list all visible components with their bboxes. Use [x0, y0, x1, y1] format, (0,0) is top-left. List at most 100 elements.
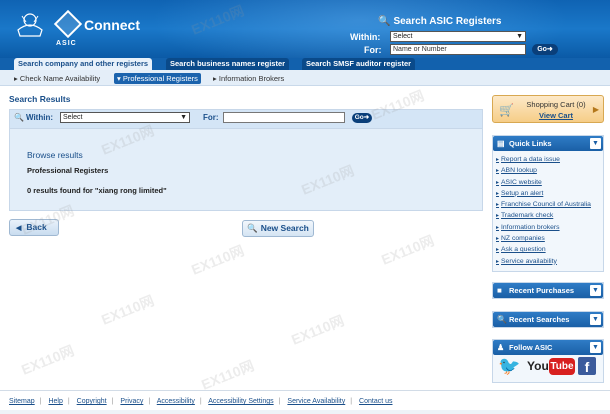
search-icon: 🔍	[497, 315, 507, 324]
page-title: Search Results	[9, 94, 71, 104]
shopping-cart-box[interactable]: 🛒 Shopping Cart (0) View Cart ▶	[492, 95, 604, 123]
results-within-value: Select	[63, 114, 83, 121]
back-button[interactable]: ◀ Back	[9, 219, 59, 236]
footer-link-contact[interactable]: Contact us	[359, 398, 392, 405]
quick-link-label: Setup an alert	[501, 189, 544, 197]
quick-link-label: ASIC website	[501, 178, 542, 186]
watermark: EX110网	[189, 242, 247, 278]
quick-link[interactable]: ▸ ASIC website	[496, 177, 603, 188]
quick-link[interactable]: ▸ Ask a question	[496, 244, 603, 255]
search-icon: 🔍	[14, 113, 24, 122]
footer-link-copyright[interactable]: Copyright	[77, 398, 107, 405]
bullet-icon: ▸	[496, 247, 500, 254]
footer-link-help[interactable]: Help	[48, 398, 62, 405]
quick-link[interactable]: ▸ ABN lookup	[496, 165, 603, 176]
youtube-icon[interactable]: You Tube	[527, 358, 575, 376]
bullet-icon: ▸	[496, 213, 500, 220]
recent-searches-header[interactable]: 🔍 Recent Searches ▼	[493, 312, 603, 327]
quick-link[interactable]: ▸ Report a data issue	[496, 154, 603, 165]
quick-links-header[interactable]: ▤ Quick Links ▼	[493, 136, 603, 151]
follow-asic-header[interactable]: ♟ Follow ASIC ▼	[493, 340, 603, 355]
results-go-button[interactable]: Go➜	[352, 113, 372, 123]
new-search-label: New Search	[260, 223, 309, 233]
quick-link[interactable]: ▸ Franchise Council of Australia	[496, 199, 603, 210]
bullet-icon: ▸	[496, 157, 500, 163]
footer-separator: |	[39, 398, 42, 405]
header-search-title: 🔍 Search ASIC Registers	[378, 16, 501, 27]
footer-link-sitemap[interactable]: Sitemap	[9, 398, 35, 405]
bullet-icon: ▸	[496, 190, 500, 197]
chevron-right-icon: ▶	[592, 105, 599, 114]
subnav-check-name[interactable]: ▸ Check Name Availability	[14, 73, 100, 84]
bottom-strip	[0, 410, 610, 414]
footer-link-accessibility-settings[interactable]: Accessibility Settings	[208, 398, 273, 405]
back-button-label: Back	[26, 222, 47, 232]
subnav-information-brokers[interactable]: ▸ Information Brokers	[213, 73, 284, 84]
quick-link[interactable]: ▸ Trademark check	[496, 210, 603, 221]
facebook-icon[interactable]: f	[578, 357, 596, 375]
footer-link-accessibility[interactable]: Accessibility	[157, 398, 195, 405]
results-for-label: For:	[203, 113, 219, 122]
footer-link-service-availability[interactable]: Service Availability	[287, 398, 345, 405]
subnav-information-brokers-label: Information Brokers	[218, 74, 285, 83]
quick-link[interactable]: ▸ NZ companies	[496, 233, 603, 244]
youtube-you-text: You	[527, 359, 549, 373]
bullet-icon: ▸	[496, 202, 500, 209]
header-within-label: Within:	[350, 32, 381, 42]
tab-smsf-auditor[interactable]: Search SMSF auditor register	[302, 58, 416, 70]
watermark: EX110网	[199, 357, 257, 393]
quick-link-label: ABN lookup	[501, 167, 537, 175]
recent-purchases-header[interactable]: ■ Recent Purchases ▼	[493, 283, 603, 298]
header-within-select[interactable]: Select ▼	[390, 31, 526, 42]
quick-link-label: Service availability	[501, 257, 557, 265]
quick-links-title: Quick Links	[509, 139, 552, 148]
search-icon: 🔍	[247, 223, 258, 233]
view-cart-link[interactable]: View Cart	[521, 111, 591, 120]
header-go-button[interactable]: Go➜	[532, 44, 558, 55]
quick-link[interactable]: ▸ Service availability	[496, 256, 603, 267]
new-search-button[interactable]: 🔍 New Search	[242, 220, 314, 237]
youtube-tube-text: Tube	[549, 358, 575, 375]
header-search-title-text: Search ASIC Registers	[393, 16, 502, 27]
tab-company-registers[interactable]: Search company and other registers	[14, 58, 153, 70]
quick-link[interactable]: ▸ Setup an alert	[496, 188, 603, 199]
list-icon: ▤	[497, 139, 505, 148]
quick-link[interactable]: ▸ Information brokers	[496, 222, 603, 233]
header-within-value: Select	[393, 33, 413, 40]
org-name: ASIC	[56, 40, 77, 47]
footer-separator: |	[199, 398, 202, 405]
chevron-down-icon: ▼	[590, 285, 601, 296]
twitter-icon[interactable]: 🐦	[498, 356, 522, 376]
follow-asic-title: Follow ASIC	[509, 343, 553, 352]
cart-title: Shopping Cart (0)	[526, 100, 586, 109]
chevron-down-icon: ▼	[516, 33, 523, 40]
quick-link-label: NZ companies	[501, 235, 545, 243]
recent-purchases-title: Recent Purchases	[509, 286, 575, 295]
header-go-label: Go	[537, 46, 547, 53]
watermark: EX110网	[379, 232, 437, 268]
header-search-input[interactable]: Name or Number	[390, 44, 526, 55]
footer-separator: |	[148, 398, 151, 405]
quick-link-label: Report a data issue	[501, 156, 560, 163]
chevron-down-icon: ▼	[180, 114, 187, 121]
watermark: EX110网	[99, 292, 157, 328]
results-within-label: 🔍 Within:	[14, 113, 53, 122]
recent-purchases-box[interactable]: ■ Recent Purchases ▼	[492, 282, 604, 299]
footer-links: Sitemap | Help | Copyright | Privacy | Acces…	[9, 398, 393, 405]
asic-logo-icon	[53, 9, 83, 39]
recent-searches-box[interactable]: 🔍 Recent Searches ▼	[492, 311, 604, 328]
site-header: Connect ASIC 🔍 Search ASIC Registers With…	[0, 0, 610, 58]
brand-name: Connect	[84, 17, 140, 33]
footer-separator: |	[278, 398, 281, 405]
results-search-input[interactable]	[223, 112, 345, 123]
subnav-professional-registers-label: Professional Registers	[122, 74, 198, 83]
footer-separator: |	[67, 398, 70, 405]
footer-link-privacy[interactable]: Privacy	[120, 398, 143, 405]
results-within-select[interactable]: Select ▼	[60, 112, 190, 123]
tab-business-names[interactable]: Search business names register	[166, 58, 290, 70]
bullet-icon: ▸	[496, 236, 500, 243]
subnav-professional-registers[interactable]: ▾ Professional Registers	[114, 73, 201, 84]
chevron-left-icon: ◀	[16, 225, 22, 232]
quick-link-label: Franchise Council of Australia	[501, 201, 591, 209]
chevron-down-icon: ▼	[590, 138, 601, 149]
